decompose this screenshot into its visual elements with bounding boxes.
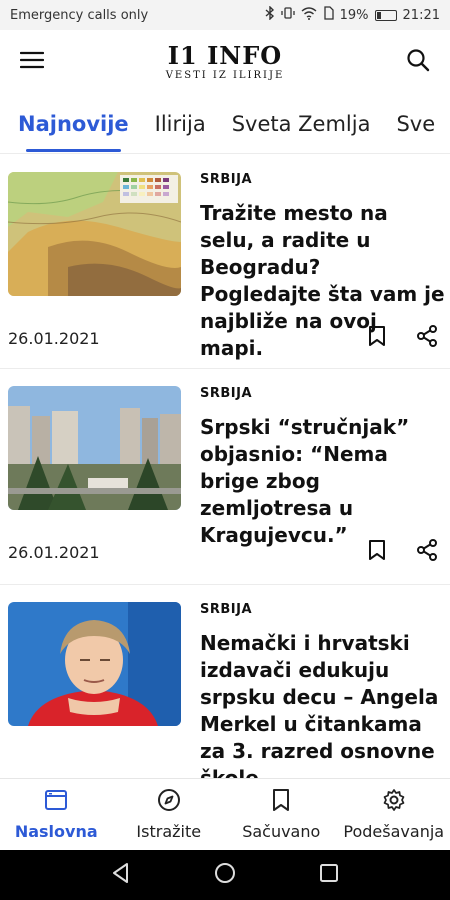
tab-sve[interactable]: Sve — [396, 94, 435, 153]
article-meta: 26.01.2021 — [8, 325, 438, 351]
map-thumbnail[interactable] — [8, 172, 181, 296]
news-feed[interactable]: SRBIJA Tražite mesto na selu, a radite u… — [0, 155, 450, 778]
logo-subtitle: VESTI IZ ILIRIJE — [165, 69, 285, 81]
compass-icon — [157, 788, 181, 816]
status-bar: Emergency calls only 19% 21:21 — [0, 0, 450, 30]
portrait-thumbnail[interactable] — [8, 602, 181, 726]
battery-percent: 19% — [339, 7, 369, 23]
nav-podesavanja[interactable]: Podešavanja — [339, 788, 449, 841]
share-icon[interactable] — [416, 539, 438, 565]
bookmark-icon[interactable] — [368, 325, 386, 351]
nav-label: Podešavanja — [343, 822, 445, 841]
recents-square-icon[interactable] — [319, 863, 339, 887]
article-actions — [368, 325, 438, 351]
article-actions — [368, 539, 438, 565]
menu-icon[interactable] — [19, 50, 45, 74]
home-icon — [44, 788, 68, 816]
nav-naslovna[interactable]: Naslovna — [1, 788, 111, 841]
status-icons: 19% 21:21 — [265, 5, 440, 24]
back-icon[interactable] — [111, 862, 131, 888]
nav-istrazite[interactable]: Istražite — [114, 788, 224, 841]
app-header: I1 INFO VESTI IZ ILIRIJE — [0, 30, 450, 94]
tab-sveta-zemlja[interactable]: Sveta Zemlja — [232, 94, 371, 153]
article-card[interactable]: SRBIJA Tražite mesto na selu, a radite u… — [0, 155, 450, 369]
system-navigation-bar — [0, 850, 450, 900]
article-title[interactable]: Srpski “stručnjak” objasnio: “Nema brige… — [200, 414, 445, 549]
article-date: 26.01.2021 — [8, 328, 100, 348]
article-category: SRBIJA — [200, 602, 253, 617]
article-category: SRBIJA — [200, 172, 253, 187]
logo-title: I1 INFO — [167, 40, 283, 70]
wifi-icon — [301, 6, 317, 24]
article-title[interactable]: Nemački i hrvatski izdavači edukuju srps… — [200, 630, 445, 778]
battery-icon — [374, 9, 397, 21]
city-thumbnail[interactable] — [8, 386, 181, 510]
tab-ilirija[interactable]: Ilirija — [155, 94, 206, 153]
article-card[interactable]: SRBIJA Srpski “stručnjak” objasnio: “Nem… — [0, 369, 450, 585]
bookmark-icon — [271, 788, 291, 816]
search-icon[interactable] — [406, 48, 430, 76]
nav-sacuvano[interactable]: Sačuvano — [226, 788, 336, 841]
nav-label: Sačuvano — [242, 822, 321, 841]
article-date: 26.01.2021 — [8, 542, 100, 562]
home-circle-icon[interactable] — [214, 862, 236, 888]
app-logo[interactable]: I1 INFO VESTI IZ ILIRIJE — [165, 40, 285, 81]
vibrate-icon — [280, 6, 295, 24]
article-card[interactable]: SRBIJA Nemački i hrvatski izdavači eduku… — [0, 585, 450, 778]
bluetooth-icon — [265, 5, 275, 24]
nav-label: Naslovna — [14, 822, 98, 841]
article-meta: 26.01.2021 — [8, 539, 438, 565]
category-tabs: Najnovije Ilirija Sveta Zemlja Sve — [0, 94, 450, 154]
share-icon[interactable] — [416, 325, 438, 351]
nav-label: Istražite — [136, 822, 202, 841]
tab-najnovije[interactable]: Najnovije — [18, 94, 129, 153]
sim-icon — [323, 6, 334, 24]
bookmark-icon[interactable] — [368, 539, 386, 565]
gear-icon — [382, 788, 406, 816]
status-time: 21:21 — [402, 7, 440, 23]
status-carrier-text: Emergency calls only — [10, 7, 149, 23]
article-category: SRBIJA — [200, 386, 253, 401]
bottom-navigation: Naslovna Istražite Sačuvano Podešavanja — [0, 778, 450, 850]
